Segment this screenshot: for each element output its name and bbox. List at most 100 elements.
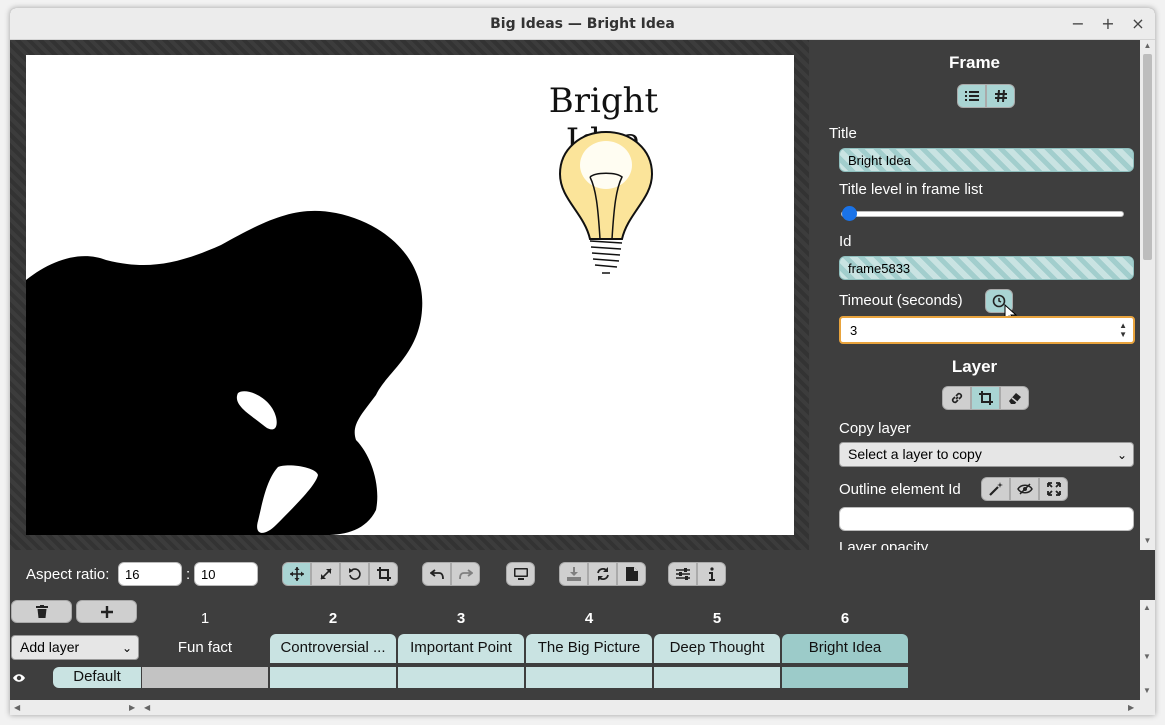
frame-tab-5[interactable]: Deep Thought: [654, 634, 780, 663]
desktop-icon: [513, 568, 528, 580]
trash-icon: [35, 605, 48, 618]
frame-tab-1[interactable]: Fun fact: [142, 634, 268, 663]
redo-icon: [458, 569, 473, 580]
scroll-up-icon[interactable]: ▲: [1140, 41, 1155, 50]
frame-view-toggle: [957, 84, 1015, 108]
preferences-button[interactable]: [668, 562, 697, 586]
transform-tools: [282, 562, 398, 586]
frame-tab-2[interactable]: Controversial ...: [270, 634, 396, 663]
history-tools: [422, 562, 480, 586]
crop-layer-button[interactable]: [971, 386, 1000, 410]
aspect-width-input[interactable]: 16: [118, 562, 182, 586]
aspect-separator: :: [186, 566, 191, 583]
rotate-icon: [348, 568, 361, 580]
eye-icon[interactable]: [12, 673, 26, 683]
download-icon: [566, 567, 581, 581]
autoselect-outline-button[interactable]: [981, 477, 1010, 501]
scroll-down-icon[interactable]: ▼: [1140, 536, 1155, 545]
scroll-right-icon[interactable]: ▶: [129, 703, 135, 712]
delete-layer-button[interactable]: [11, 600, 72, 623]
scroll-up-icon[interactable]: ▲: [1143, 603, 1151, 612]
opacity-label: Layer opacity: [839, 539, 929, 550]
frame-heading: Frame: [948, 53, 1001, 72]
eye-slash-icon: [1016, 483, 1033, 495]
fit-outline-button[interactable]: [1039, 477, 1068, 501]
scroll-down-icon[interactable]: ▼: [1143, 686, 1151, 695]
id-label: Id: [839, 233, 852, 250]
layer-cell-5[interactable]: [654, 667, 780, 688]
hide-outline-button[interactable]: [1010, 477, 1039, 501]
timeout-input[interactable]: 3 ▲ ▼: [839, 316, 1135, 344]
frame-tab-3[interactable]: Important Point: [398, 634, 524, 663]
layer-cell-4[interactable]: [526, 667, 652, 688]
timeout-label: Timeout (seconds): [839, 292, 963, 309]
scroll-right-icon[interactable]: ▶: [1128, 703, 1134, 712]
hash-icon: [994, 90, 1007, 102]
outline-tools: [981, 477, 1068, 501]
copy-layer-select[interactable]: Select a layer to copy ⌄: [839, 442, 1134, 467]
reload-button[interactable]: [588, 562, 617, 586]
move-tool-button[interactable]: [282, 562, 311, 586]
bottom-toolbar: Aspect ratio: 16 : 10: [10, 550, 1155, 600]
aspect-height-input[interactable]: 10: [194, 562, 258, 586]
undo-icon: [429, 569, 444, 580]
eraser-layer-button[interactable]: [1000, 386, 1029, 410]
timeline-vertical-scrollbar[interactable]: ▲ ▼ ▼: [1140, 600, 1155, 700]
redo-button[interactable]: [451, 562, 480, 586]
add-frame-button[interactable]: [76, 600, 137, 623]
add-layer-label: Add layer: [20, 639, 80, 655]
save-button[interactable]: [559, 562, 588, 586]
scroll-down-icon[interactable]: ▼: [1143, 652, 1151, 661]
hash-view-button[interactable]: [986, 84, 1015, 108]
title-label: Title: [829, 125, 857, 142]
layer-cell-3[interactable]: [398, 667, 524, 688]
panel-scrollbar[interactable]: ▲ ▼: [1140, 40, 1155, 550]
layer-tools: [942, 386, 1029, 410]
title-level-slider[interactable]: [841, 211, 1124, 217]
scroll-left-icon[interactable]: ◀: [14, 703, 20, 712]
chevron-down-icon: ⌄: [1116, 448, 1127, 462]
scroll-left-icon[interactable]: ◀: [144, 703, 150, 712]
link-layer-button[interactable]: [942, 386, 971, 410]
timeout-spinner[interactable]: ▲ ▼: [1119, 321, 1127, 339]
scale-tool-button[interactable]: [311, 562, 340, 586]
link-icon: [951, 392, 962, 404]
frame-tab-4[interactable]: The Big Picture: [526, 634, 652, 663]
move-icon: [289, 567, 304, 581]
add-layer-select[interactable]: Add layer ⌄: [11, 635, 139, 660]
maximize-button[interactable]: +: [1098, 14, 1118, 34]
close-button[interactable]: ×: [1128, 14, 1148, 34]
info-button[interactable]: [697, 562, 726, 586]
list-view-button[interactable]: [957, 84, 986, 108]
layer-cell-1[interactable]: [142, 667, 268, 688]
info-icon: [708, 567, 715, 581]
preview-button[interactable]: [506, 562, 535, 586]
id-input[interactable]: frame5833: [839, 256, 1134, 280]
title-level-slider-knob[interactable]: [842, 206, 857, 221]
frame-tab-6[interactable]: Bright Idea: [782, 634, 908, 663]
undo-button[interactable]: [422, 562, 451, 586]
export-button[interactable]: [617, 562, 646, 586]
layer-heading: Layer: [951, 357, 998, 376]
timeline-horizontal-scrollbar[interactable]: ◀ ▶ ◀ ▶: [10, 700, 1155, 715]
slide-canvas[interactable]: Bright Idea: [26, 55, 794, 535]
frame-number-5: 5: [712, 610, 722, 627]
crop-tool-button[interactable]: [369, 562, 398, 586]
aspect-ratio-label: Aspect ratio:: [26, 566, 110, 583]
rotate-tool-button[interactable]: [340, 562, 369, 586]
timeline: Add layer ⌄ 1 2 3 4 5 6 Fun fact Controv…: [10, 600, 1140, 708]
sliders-icon: [675, 568, 690, 580]
layer-cell-2[interactable]: [270, 667, 396, 688]
panel-scroll-thumb[interactable]: [1143, 54, 1152, 260]
layer-cell-6[interactable]: [782, 667, 908, 688]
title-bar: Big Ideas — Bright Idea − + ×: [10, 8, 1155, 40]
list-icon: [964, 91, 979, 101]
outline-id-input[interactable]: [839, 507, 1134, 531]
sync-icon: [596, 567, 609, 581]
minimize-button[interactable]: −: [1068, 14, 1088, 34]
copy-layer-label: Copy layer: [839, 420, 911, 437]
layer-name-default[interactable]: Default: [53, 667, 141, 688]
lightbulb-icon[interactable]: [556, 129, 656, 279]
title-input[interactable]: Bright Idea: [839, 148, 1134, 172]
eraser-icon: [1008, 393, 1021, 404]
